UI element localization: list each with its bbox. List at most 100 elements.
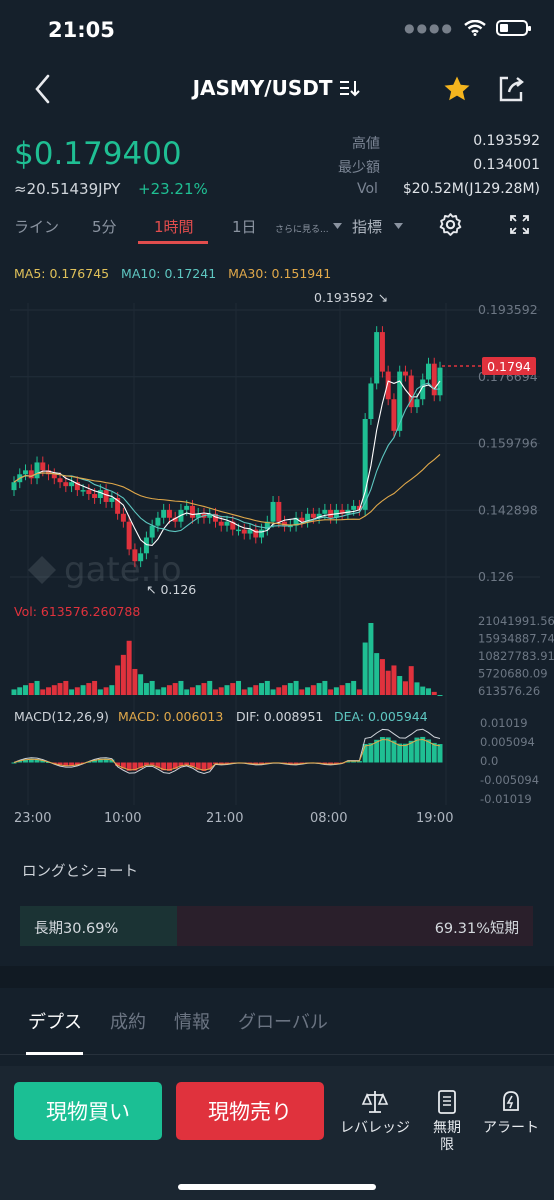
interval-tabs: ライン 5分 1時間 1日 さらに見る... 指標	[0, 212, 554, 246]
volume-bar	[425, 688, 431, 695]
volume-bar	[57, 683, 63, 695]
chevron-down-icon[interactable]	[333, 223, 342, 229]
price-axis-label: 0.159796	[478, 436, 538, 451]
ma5-value: MA5: 0.176745	[14, 266, 110, 281]
candle-body	[40, 462, 46, 471]
candle-body	[224, 521, 230, 526]
volume-bar	[356, 689, 362, 695]
fiat-price: ≈20.51439JPY	[14, 180, 121, 198]
macd-histogram-bar	[368, 743, 374, 763]
volume-bar	[264, 680, 270, 695]
volume-bar	[431, 691, 437, 695]
volume-bar	[310, 685, 316, 695]
home-indicator	[178, 1184, 376, 1190]
ma10-line	[13, 382, 441, 533]
tab-divider	[0, 1054, 554, 1055]
volume-bar	[374, 653, 380, 695]
macd-bars	[11, 728, 443, 775]
high-label: 高値	[352, 136, 380, 152]
volume-bar	[149, 680, 155, 695]
perpetual-label: 無期限	[433, 1120, 461, 1153]
spot-buy-button[interactable]: 現物買い	[14, 1082, 162, 1140]
low-label: 最少額	[338, 160, 380, 176]
tab-more[interactable]: さらに見る...	[275, 222, 329, 235]
volume-bar	[362, 642, 368, 695]
candle-body	[120, 513, 126, 522]
document-icon	[438, 1090, 456, 1114]
candle-body	[189, 505, 195, 518]
short-ratio-text: 69.31%短期	[434, 921, 519, 937]
candle-body	[270, 501, 276, 522]
candle-body	[34, 462, 40, 479]
low-value: 0.134001	[473, 157, 540, 173]
ma30-value: MA30: 0.151941	[228, 266, 332, 281]
time-axis-label: 08:00	[310, 811, 347, 826]
candle-body	[149, 525, 155, 538]
time-axis-label: 23:00	[14, 811, 51, 826]
tab-5min[interactable]: 5分	[92, 216, 117, 237]
share-icon[interactable]	[496, 74, 526, 104]
spot-sell-button[interactable]: 現物売り	[176, 1082, 324, 1140]
low-marker: ↖ 0.126	[146, 582, 196, 597]
tab-indicator[interactable]: 指標	[352, 216, 382, 237]
tab-line[interactable]: ライン	[14, 216, 59, 237]
tab-1day[interactable]: 1日	[232, 216, 257, 237]
high-marker: 0.193592 ↘	[314, 290, 388, 305]
volume-bar	[184, 689, 190, 695]
macd-name: MACD(12,26,9)	[14, 709, 109, 724]
tab-1hour[interactable]: 1時間	[154, 216, 194, 237]
volume-bar	[218, 687, 224, 695]
candle-body	[28, 470, 34, 479]
volume-bar	[97, 689, 103, 695]
volume-bar	[166, 685, 172, 695]
volume-bar	[224, 685, 230, 695]
action-bar: 現物買い 現物売り レバレッジ 無期限 アラート	[0, 1066, 554, 1200]
favorite-star-icon[interactable]	[442, 74, 472, 104]
volume-bar	[385, 670, 391, 695]
candle-body	[138, 553, 144, 562]
candle-body	[402, 371, 408, 376]
indicator-chevron-icon[interactable]	[394, 223, 403, 229]
fullscreen-icon[interactable]	[509, 214, 530, 235]
volume-bar	[189, 687, 195, 695]
volume-bar	[103, 687, 109, 695]
tab-trades[interactable]: 成約	[110, 1008, 146, 1034]
alert-button[interactable]: アラート	[476, 1088, 546, 1137]
candle-body	[97, 490, 103, 498]
gear-icon[interactable]	[438, 212, 463, 237]
leverage-button[interactable]: レバレッジ	[340, 1088, 410, 1137]
candle-body	[218, 521, 224, 526]
volume-axis-label: 21041991.56	[478, 614, 554, 628]
volume-bar	[345, 683, 351, 695]
tab-depth[interactable]: デプス	[28, 1008, 82, 1034]
volume-bar	[414, 682, 420, 695]
time-axis: 23:00 10:00 21:00 08:00 19:00	[14, 811, 453, 826]
volume-bar	[34, 680, 40, 695]
macd-histogram-bar	[11, 762, 17, 764]
tab-global[interactable]: グローバル	[238, 1008, 328, 1034]
swap-list-icon	[340, 81, 361, 97]
wifi-icon	[464, 20, 486, 36]
volume-bar	[28, 683, 34, 695]
volume-bar	[259, 683, 265, 695]
perpetual-button[interactable]: 無期限	[412, 1088, 482, 1154]
candle-body	[69, 482, 75, 487]
macd-histogram-bar	[431, 742, 437, 763]
volume-bar	[40, 689, 46, 695]
volume-indicator-label: Vol: 613576.260788	[14, 604, 140, 619]
volume-bar	[46, 687, 52, 695]
volume-bar	[80, 685, 86, 695]
price-axis: 0.1935920.1766940.1597960.1428980.126	[478, 302, 538, 584]
candle-body	[276, 501, 282, 522]
volume-bar	[368, 623, 374, 695]
volume-bar	[339, 685, 345, 695]
time-axis-label: 10:00	[104, 811, 141, 826]
volume-bar	[299, 689, 305, 695]
volume-label: Vol	[357, 181, 378, 197]
signal-dots-icon: ●●●●	[404, 21, 454, 35]
volume-bar	[328, 689, 334, 695]
candlestick-chart[interactable]: gate.io 0.1935920.1766940.1597960.142898…	[0, 285, 554, 830]
macd-axis: 0.01019 0.005094 0.0 -0.005094 -0.01019	[480, 716, 539, 806]
tab-info[interactable]: 情報	[174, 1008, 210, 1034]
volume-bar	[322, 680, 328, 695]
